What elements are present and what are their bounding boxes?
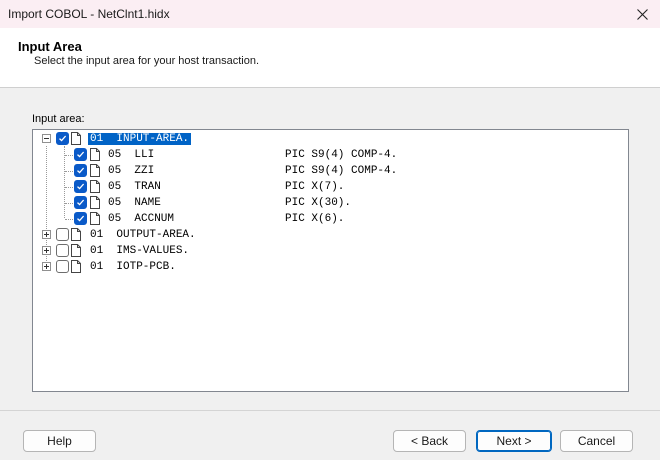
checkmark-icon [77,215,85,222]
tree-node[interactable]: 01 OUTPUT-AREA. [33,227,628,243]
expand-icon[interactable] [42,230,51,239]
checkmark-icon [77,151,85,158]
document-icon [90,180,100,193]
document-icon [71,228,81,241]
import-cobol-dialog: Import COBOL - NetClnt1.hidx Input Area … [0,0,660,460]
tree-node[interactable]: 01 IMS-VALUES. [33,243,628,259]
document-icon [71,244,81,257]
document-icon [71,260,81,273]
pic-clause: PIC S9(4) COMP-4. [285,149,398,161]
checkmark-icon [77,167,85,174]
tree-node[interactable]: 05 ACCNUM PIC X(6). [33,211,628,227]
pic-clause: PIC X(7). [285,181,345,193]
checkmark-icon [77,183,85,190]
next-button[interactable]: Next > [476,430,552,452]
tree-node-label[interactable]: 01 IMS-VALUES. [90,245,189,257]
tree-node[interactable]: 05 TRAN PIC X(7). [33,179,628,195]
tree-node[interactable]: 01 IOTP-PCB. [33,259,628,275]
page-subtitle: Select the input area for your host tran… [34,55,260,67]
node-checkbox[interactable] [74,180,87,193]
pic-clause: PIC X(30). [285,197,352,209]
tree-node-label: 05 ZZI [108,165,155,177]
node-checkbox[interactable] [74,196,87,209]
node-checkbox[interactable] [74,164,87,177]
pic-clause: PIC X(6). [285,213,345,225]
input-area-label: Input area: [32,113,85,125]
pic-clause: PIC S9(4) COMP-4. [285,165,398,177]
cancel-button[interactable]: Cancel [560,430,633,452]
tree-node-label[interactable]: 01 INPUT-AREA. [88,133,192,145]
tree-node-label[interactable]: 01 IOTP-PCB. [90,261,176,273]
node-checkbox[interactable] [56,244,69,257]
document-icon [90,164,100,177]
tree-node-label: 05 NAME [108,197,161,209]
title-bar: Import COBOL - NetClnt1.hidx [0,0,660,28]
footer-divider [0,410,660,411]
close-icon [636,8,648,20]
expand-icon[interactable] [42,246,51,255]
tree-node-label: 05 LLI [108,149,155,161]
node-checkbox[interactable] [56,132,69,145]
checkmark-icon [77,199,85,206]
node-checkbox[interactable] [56,228,69,241]
wizard-header: Input Area Select the input area for you… [0,28,660,88]
tree-node[interactable]: 01 INPUT-AREA. [33,131,628,147]
document-icon [90,196,100,209]
page-title: Input Area [18,39,82,54]
tree-node-label[interactable]: 01 OUTPUT-AREA. [90,229,196,241]
tree-node-label: 05 TRAN [108,181,161,193]
tree-node[interactable]: 05 ZZI PIC S9(4) COMP-4. [33,163,628,179]
tree-node-label: 05 ACCNUM [108,213,175,225]
close-button[interactable] [624,0,660,28]
tree-node[interactable]: 05 NAME PIC X(30). [33,195,628,211]
node-checkbox[interactable] [56,260,69,273]
document-icon [90,212,100,225]
back-button[interactable]: < Back [393,430,466,452]
expand-icon[interactable] [42,262,51,271]
window-title: Import COBOL - NetClnt1.hidx [8,7,170,21]
help-button[interactable]: Help [23,430,96,452]
document-icon [90,148,100,161]
node-checkbox[interactable] [74,148,87,161]
checkmark-icon [59,135,67,142]
collapse-icon[interactable] [42,134,51,143]
node-checkbox[interactable] [74,212,87,225]
document-icon [71,132,81,145]
input-area-tree[interactable]: 01 INPUT-AREA. 05 LLI PIC S9(4) COMP-4. … [32,129,629,392]
tree-node[interactable]: 05 LLI PIC S9(4) COMP-4. [33,147,628,163]
